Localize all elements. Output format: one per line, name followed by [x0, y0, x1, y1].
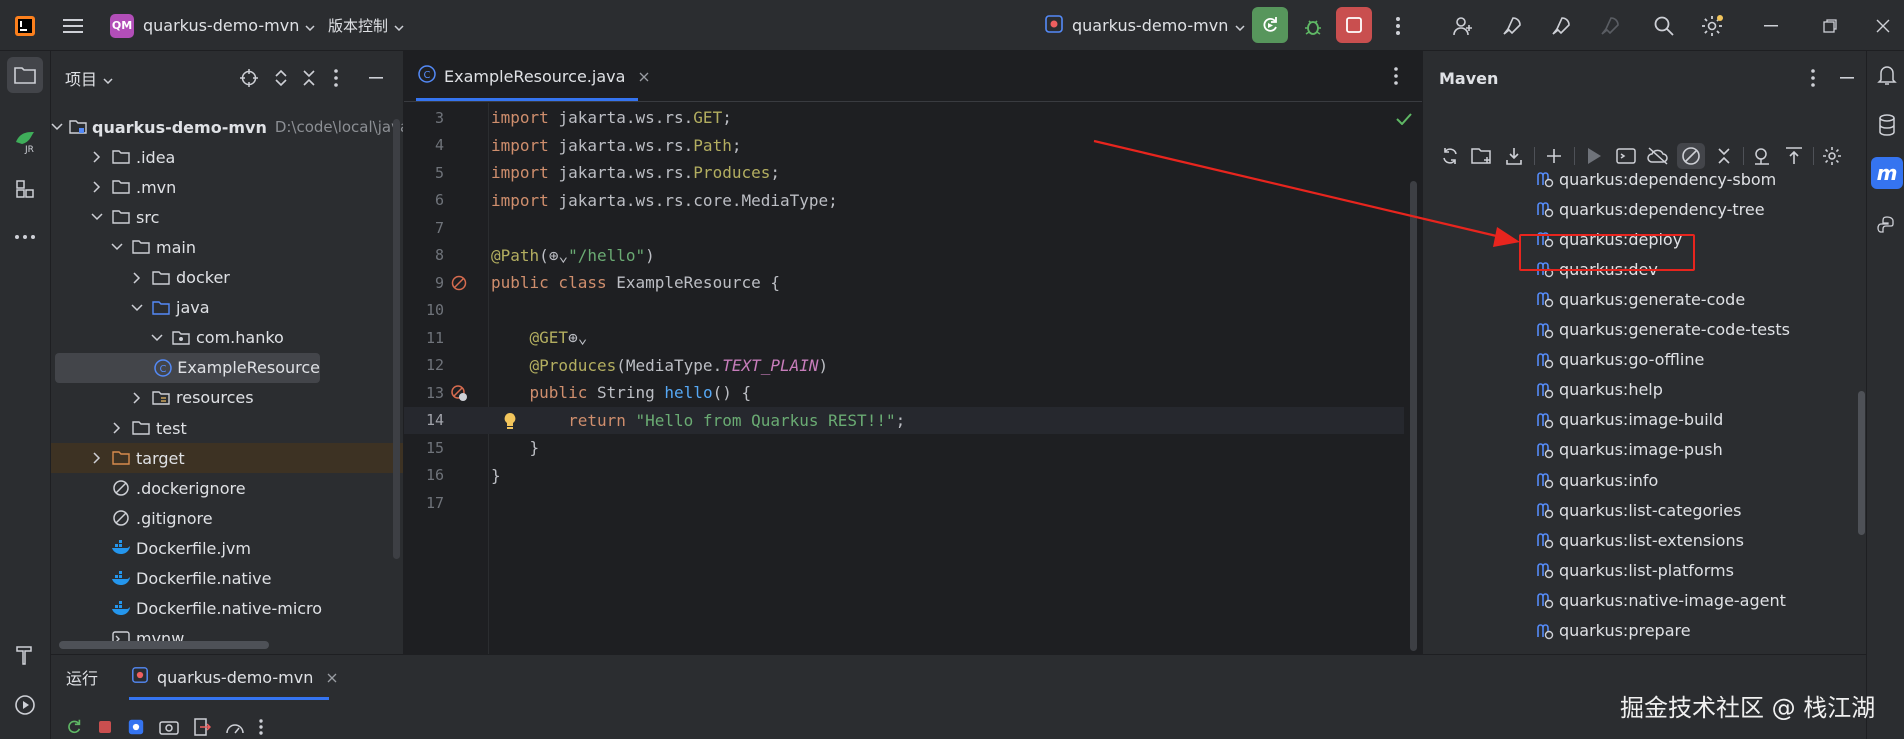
- annotation-arrow: [1093, 139, 1520, 247]
- watermark: 掘金技术社区 @ 栈江湖: [1620, 694, 1876, 722]
